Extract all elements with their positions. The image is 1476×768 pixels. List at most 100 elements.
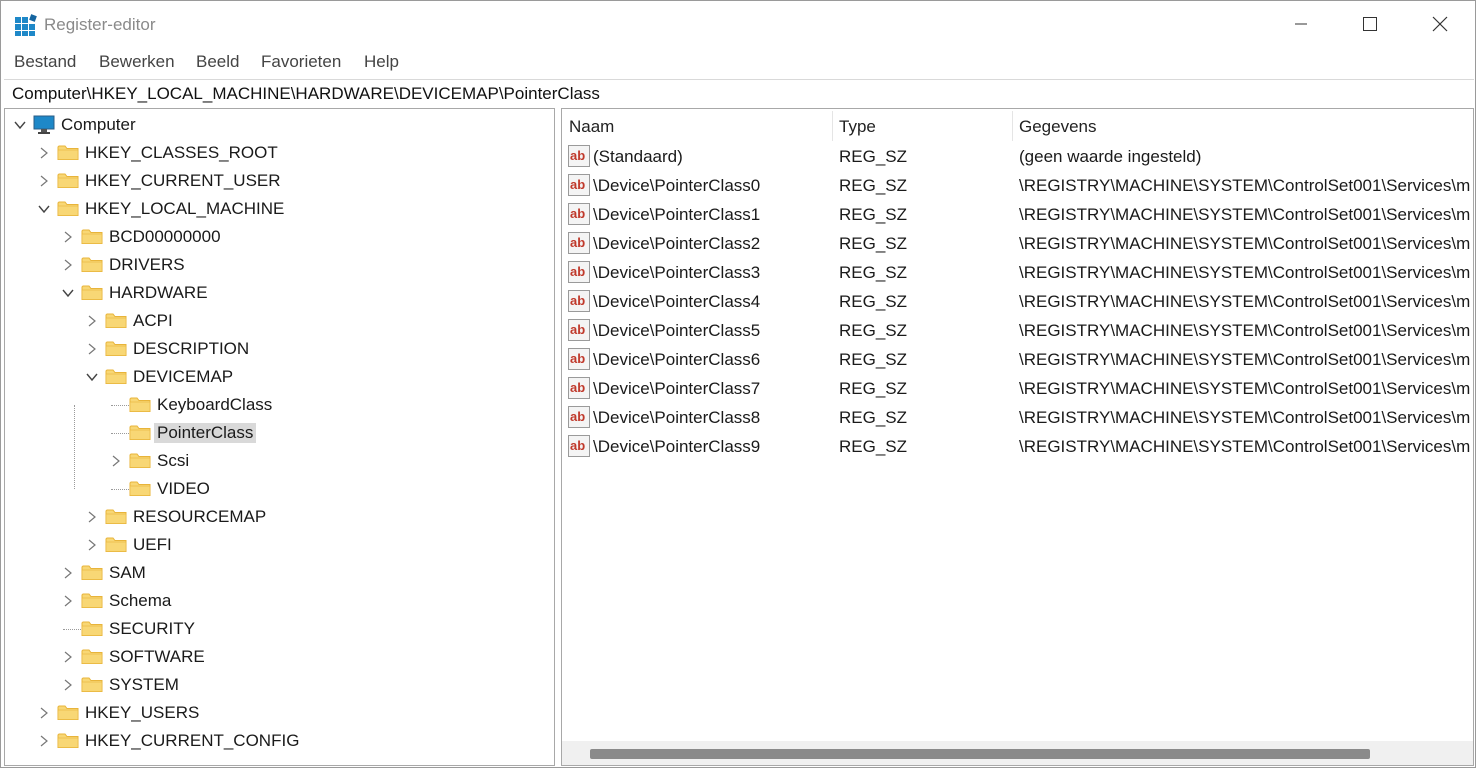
key-tree-pane[interactable]: Computer HKEY_CLASSES_ROOT HKEY_CURRENT_… <box>4 108 555 766</box>
string-value-icon: ab <box>568 145 590 167</box>
menu-help[interactable]: Help <box>364 52 399 72</box>
tree-node-label[interactable]: SYSTEM <box>109 675 179 695</box>
address-path[interactable]: Computer\HKEY_LOCAL_MACHINE\HARDWARE\DEV… <box>12 84 600 104</box>
column-header-naam[interactable]: Naam <box>562 109 832 143</box>
tree-node-description[interactable]: DESCRIPTION <box>5 335 550 363</box>
tree-node-resourcemap[interactable]: RESOURCEMAP <box>5 503 550 531</box>
value-row[interactable]: ab (Standaard) REG_SZ (geen waarde inges… <box>562 143 1473 172</box>
tree-node-schema[interactable]: Schema <box>5 587 550 615</box>
tree-node-bcd00000000[interactable]: BCD00000000 <box>5 223 550 251</box>
tree-expand-toggle[interactable] <box>85 342 99 356</box>
tree-expand-toggle[interactable] <box>61 678 75 692</box>
tree-expand-toggle[interactable] <box>61 566 75 580</box>
tree-node-label[interactable]: ACPI <box>133 311 173 331</box>
tree-node-video[interactable]: VIDEO <box>5 475 550 503</box>
tree-node-label[interactable]: DRIVERS <box>109 255 185 275</box>
tree-node-label[interactable]: HKEY_CLASSES_ROOT <box>85 143 278 163</box>
tree-node-label[interactable]: Schema <box>109 591 171 611</box>
chevron-right-icon <box>88 511 96 523</box>
tree-expand-toggle[interactable] <box>61 650 75 664</box>
tree-node-uefi[interactable]: UEFI <box>5 531 550 559</box>
tree-node-label[interactable]: HKEY_LOCAL_MACHINE <box>85 199 284 219</box>
tree-connector-line <box>111 405 129 406</box>
value-name: \Device\PointerClass7 <box>593 379 761 398</box>
value-row[interactable]: ab \Device\PointerClass0 REG_SZ \REGISTR… <box>562 172 1473 201</box>
tree-expand-toggle[interactable] <box>61 594 75 608</box>
tree-node-label[interactable]: RESOURCEMAP <box>133 507 266 527</box>
tree-node-hardware[interactable]: HARDWARE <box>5 279 550 307</box>
tree-node-label[interactable]: SAM <box>109 563 146 583</box>
value-row[interactable]: ab \Device\PointerClass9 REG_SZ \REGISTR… <box>562 433 1473 462</box>
tree-expand-toggle[interactable] <box>85 538 99 552</box>
tree-node-label[interactable]: Scsi <box>157 451 189 471</box>
tree-expand-toggle[interactable] <box>85 314 99 328</box>
tree-node-label[interactable]: DEVICEMAP <box>133 367 233 387</box>
values-list-pane[interactable]: Naam Type Gegevens ab (Standaard) REG_SZ… <box>561 108 1474 766</box>
value-row[interactable]: ab \Device\PointerClass3 REG_SZ \REGISTR… <box>562 259 1473 288</box>
tree-node-label[interactable]: HKEY_CURRENT_CONFIG <box>85 731 299 751</box>
value-row[interactable]: ab \Device\PointerClass4 REG_SZ \REGISTR… <box>562 288 1473 317</box>
minimize-button[interactable] <box>1266 1 1336 47</box>
tree-expand-toggle[interactable] <box>37 146 51 160</box>
maximize-button[interactable] <box>1335 1 1405 47</box>
tree-node-devicemap[interactable]: DEVICEMAP <box>5 363 550 391</box>
value-row[interactable]: ab \Device\PointerClass7 REG_SZ \REGISTR… <box>562 375 1473 404</box>
tree-expand-toggle[interactable] <box>85 370 99 384</box>
menu-beeld[interactable]: Beeld <box>196 52 239 72</box>
horizontal-scrollbar[interactable] <box>562 741 1473 765</box>
tree-node-label[interactable]: HARDWARE <box>109 283 208 303</box>
column-header-type[interactable]: Type <box>832 109 1012 143</box>
tree-node-label[interactable]: KeyboardClass <box>157 395 272 415</box>
tree-node-hkey-classes-root[interactable]: HKEY_CLASSES_ROOT <box>5 139 550 167</box>
tree-node-label[interactable]: SECURITY <box>109 619 195 639</box>
value-name: (Standaard) <box>593 147 683 166</box>
svg-text:ab: ab <box>570 293 585 308</box>
tree-expand-toggle[interactable] <box>85 510 99 524</box>
tree-expand-toggle[interactable] <box>61 258 75 272</box>
menu-favorieten[interactable]: Favorieten <box>261 52 341 72</box>
value-row[interactable]: ab \Device\PointerClass8 REG_SZ \REGISTR… <box>562 404 1473 433</box>
tree-node-label[interactable]: Computer <box>61 115 136 135</box>
value-row[interactable]: ab \Device\PointerClass2 REG_SZ \REGISTR… <box>562 230 1473 259</box>
tree-expand-toggle[interactable] <box>109 454 123 468</box>
tree-expand-toggle[interactable] <box>61 286 75 300</box>
tree-node-label[interactable]: HKEY_CURRENT_USER <box>85 171 281 191</box>
tree-expand-toggle[interactable] <box>13 118 27 132</box>
tree-node-label[interactable]: VIDEO <box>157 479 210 499</box>
address-bar[interactable]: Computer\HKEY_LOCAL_MACHINE\HARDWARE\DEV… <box>4 79 1474 107</box>
tree-node-label[interactable]: UEFI <box>133 535 172 555</box>
tree-node-label[interactable]: SOFTWARE <box>109 647 205 667</box>
tree-node-sam[interactable]: SAM <box>5 559 550 587</box>
tree-node-hkey-current-config[interactable]: HKEY_CURRENT_CONFIG <box>5 727 550 755</box>
tree-node-keyboardclass[interactable]: KeyboardClass <box>5 391 550 419</box>
tree-node-hkey-users[interactable]: HKEY_USERS <box>5 699 550 727</box>
tree-node-label[interactable]: HKEY_USERS <box>85 703 199 723</box>
menu-bewerken[interactable]: Bewerken <box>99 52 175 72</box>
tree-node-drivers[interactable]: DRIVERS <box>5 251 550 279</box>
tree-node-system[interactable]: SYSTEM <box>5 671 550 699</box>
tree-node-label[interactable]: PointerClass <box>154 423 257 443</box>
tree-node-software[interactable]: SOFTWARE <box>5 643 550 671</box>
tree-node-hkey-local-machine[interactable]: HKEY_LOCAL_MACHINE <box>5 195 550 223</box>
column-header-gegevens[interactable]: Gegevens <box>1012 109 1473 143</box>
tree-node-hkey-current-user[interactable]: HKEY_CURRENT_USER <box>5 167 550 195</box>
tree-expand-toggle[interactable] <box>37 706 51 720</box>
tree-node-computer[interactable]: Computer <box>5 111 550 139</box>
menu-bestand[interactable]: Bestand <box>14 52 76 72</box>
tree-node-scsi[interactable]: Scsi <box>5 447 550 475</box>
tree-node-label[interactable]: DESCRIPTION <box>133 339 249 359</box>
value-row[interactable]: ab \Device\PointerClass6 REG_SZ \REGISTR… <box>562 346 1473 375</box>
tree-node-security[interactable]: SECURITY <box>5 615 550 643</box>
tree-expand-toggle[interactable] <box>37 174 51 188</box>
tree-node-pointerclass[interactable]: PointerClass <box>5 419 550 447</box>
close-button[interactable] <box>1405 1 1475 47</box>
tree-node-acpi[interactable]: ACPI <box>5 307 550 335</box>
string-value-icon: ab <box>568 348 590 370</box>
tree-expand-toggle[interactable] <box>37 202 51 216</box>
value-row[interactable]: ab \Device\PointerClass5 REG_SZ \REGISTR… <box>562 317 1473 346</box>
tree-expand-toggle[interactable] <box>37 734 51 748</box>
value-row[interactable]: ab \Device\PointerClass1 REG_SZ \REGISTR… <box>562 201 1473 230</box>
tree-expand-toggle[interactable] <box>61 230 75 244</box>
tree-node-label[interactable]: BCD00000000 <box>109 227 221 247</box>
scrollbar-thumb[interactable] <box>590 749 1370 759</box>
